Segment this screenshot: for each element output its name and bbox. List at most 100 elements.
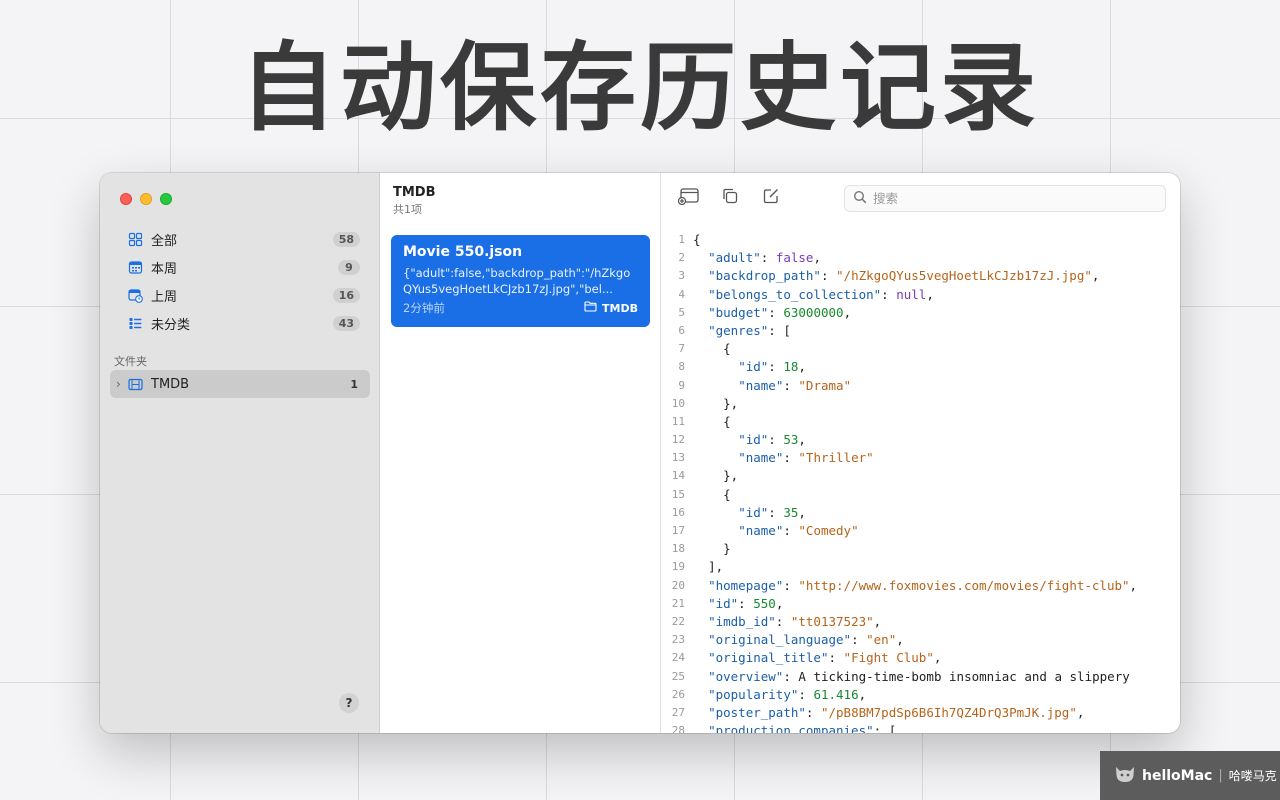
watermark: helloMac | 哈喽马克 xyxy=(1100,751,1280,800)
code-line: 7 { xyxy=(661,340,1180,358)
watermark-separator: | xyxy=(1218,768,1223,783)
line-number: 6 xyxy=(678,323,685,337)
edit-button[interactable] xyxy=(760,187,782,209)
count-badge: 58 xyxy=(332,231,360,247)
code-line: 24 "original_title": "Fight Club", xyxy=(661,649,1180,667)
code-line: 26 "popularity": 61.416, xyxy=(661,686,1180,704)
new-window-button[interactable] xyxy=(677,187,700,209)
line-number: 22 xyxy=(671,614,685,628)
line-number: 25 xyxy=(671,669,685,683)
code-line: 28 "production_companies": [ xyxy=(661,722,1180,733)
code-line: 9 "name": "Drama" xyxy=(661,377,1180,395)
zoom-window-button[interactable] xyxy=(160,193,172,205)
minimize-window-button[interactable] xyxy=(140,193,152,205)
code-text: "genres": [ xyxy=(708,322,791,338)
code-line: 1{ xyxy=(661,231,1180,249)
line-number: 20 xyxy=(671,578,685,592)
code-text: "id": 53, xyxy=(738,432,806,448)
code-text: "popularity": 61.416, xyxy=(708,686,867,702)
close-window-button[interactable] xyxy=(120,193,132,205)
code-text: { xyxy=(723,413,731,429)
code-text: "adult": false, xyxy=(708,250,821,266)
card-time: 2分钟前 xyxy=(403,301,445,315)
watermark-cn: 哈喽马克 xyxy=(1228,769,1277,783)
code-line: 19 ], xyxy=(661,558,1180,576)
calendar-week-icon xyxy=(128,260,143,275)
sidebar-item-uncategorized[interactable]: 未分类 43 xyxy=(110,309,370,337)
line-number: 23 xyxy=(671,633,685,647)
card-snippet: {"adult":false,"backdrop_path":"/hZkgoQY… xyxy=(403,266,631,296)
list-title: TMDB xyxy=(393,185,436,200)
line-number: 24 xyxy=(671,651,685,665)
sidebar-item-all[interactable]: 全部 58 xyxy=(110,225,370,253)
code-text: "name": "Drama" xyxy=(738,377,852,393)
line-number: 12 xyxy=(671,433,685,447)
film-icon xyxy=(128,377,143,392)
code-view[interactable]: 1{2 "adult": false, 3 "backdrop_path": "/… xyxy=(661,231,1180,733)
code-line: 18 } xyxy=(661,540,1180,558)
sidebar-item-this-week[interactable]: 本周 9 xyxy=(110,253,370,281)
copy-button[interactable] xyxy=(719,187,741,209)
code-line: 27 "poster_path": "/pB8BM7pdSp6B6Ih7QZ4D… xyxy=(661,704,1180,722)
code-text: "homepage": "http://www.foxmovies.com/mo… xyxy=(708,577,1138,593)
count-badge: 9 xyxy=(338,259,360,275)
sidebar-item-label: 本周 xyxy=(151,261,178,277)
code-line: 8 "id": 18, xyxy=(661,358,1180,376)
list-icon xyxy=(128,316,143,331)
code-text: "original_title": "Fight Club", xyxy=(708,650,942,666)
sidebar-item-label: 上周 xyxy=(151,289,178,305)
code-line: 23 "original_language": "en", xyxy=(661,631,1180,649)
card-folder-label: TMDB xyxy=(602,301,638,315)
line-number: 7 xyxy=(678,342,685,356)
search-icon xyxy=(853,189,867,208)
search-field[interactable] xyxy=(844,185,1166,212)
code-text: "imdb_id": "tt0137523", xyxy=(708,613,882,629)
code-text: }, xyxy=(723,395,739,411)
help-button[interactable]: ? xyxy=(339,693,359,713)
sidebar-nav: 全部 58 本周 9 上周 16 未分类 43 xyxy=(110,225,370,337)
sidebar-item-last-week[interactable]: 上周 16 xyxy=(110,281,370,309)
cat-logo-icon xyxy=(1114,764,1136,788)
code-line: 10 }, xyxy=(661,395,1180,413)
search-input[interactable] xyxy=(873,191,1153,206)
page-headline: 自动保存历史记录 xyxy=(240,32,1040,144)
code-text: "name": "Comedy" xyxy=(738,523,859,538)
line-number: 9 xyxy=(678,378,685,392)
code-text: } xyxy=(723,541,731,557)
line-number: 15 xyxy=(671,487,685,501)
line-number: 2 xyxy=(678,251,685,265)
folders-section-title: 文件夹 xyxy=(114,355,147,368)
code-line: 21 "id": 550, xyxy=(661,595,1180,613)
folder-icon xyxy=(584,301,597,315)
line-number: 14 xyxy=(671,469,685,483)
grid-icon xyxy=(128,232,143,247)
code-line: 13 "name": "Thriller" xyxy=(661,449,1180,467)
code-line: 5 "budget": 63000000, xyxy=(661,304,1180,322)
code-text: "original_language": "en", xyxy=(708,632,904,648)
copy-icon xyxy=(721,187,739,209)
line-number: 27 xyxy=(671,705,685,719)
folder-label: TMDB xyxy=(151,376,190,392)
code-text: ], xyxy=(708,559,724,575)
line-number: 17 xyxy=(671,524,685,537)
chevron-right-icon[interactable]: › xyxy=(116,377,128,391)
code-text: }, xyxy=(723,468,739,484)
line-number: 16 xyxy=(671,505,685,519)
code-line: 20 "homepage": "http://www.foxmovies.com… xyxy=(661,577,1180,595)
sidebar-folder-tmdb[interactable]: › TMDB 1 xyxy=(110,370,370,398)
code-text: { xyxy=(723,486,731,502)
list-item[interactable]: Movie 550.json {"adult":false,"backdrop_… xyxy=(391,235,650,327)
line-number: 13 xyxy=(671,451,685,465)
line-number: 10 xyxy=(671,396,685,410)
code-text: "id": 18, xyxy=(738,359,806,375)
code-text: "belongs_to_collection": null, xyxy=(708,286,934,302)
sidebar-item-label: 全部 xyxy=(151,233,178,249)
code-line: 17 "name": "Comedy" xyxy=(661,522,1180,540)
code-text: { xyxy=(723,341,731,357)
code-line: 2 "adult": false, xyxy=(661,249,1180,267)
code-text: "name": "Thriller" xyxy=(738,450,874,466)
app-window: 全部 58 本周 9 上周 16 未分类 43 文件夹 › TMDB 1 ? T… xyxy=(100,173,1180,733)
code-text: "id": 35, xyxy=(738,504,806,520)
line-number: 28 xyxy=(671,724,685,733)
editor-toolbar xyxy=(661,173,1180,225)
